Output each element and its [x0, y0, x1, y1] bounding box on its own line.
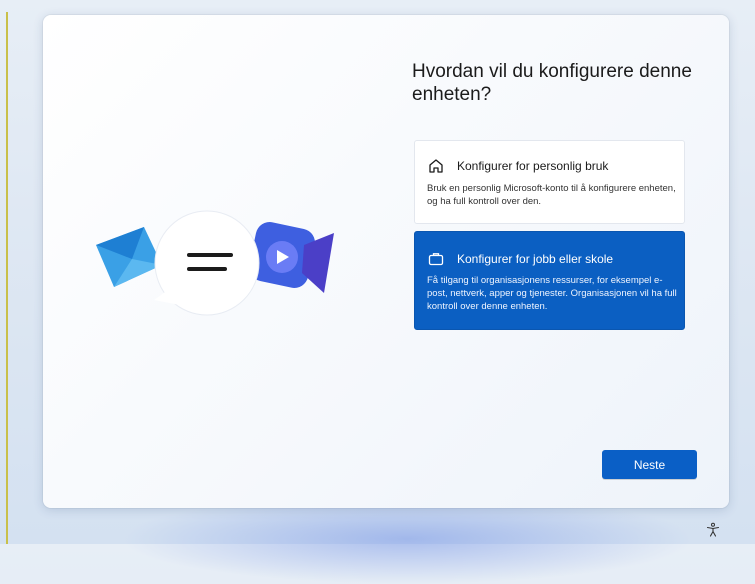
window-edge-line [6, 12, 8, 544]
option-work-or-school[interactable]: Konfigurer for jobb eller skole Få tilga… [414, 231, 685, 330]
chat-bubble-icon [154, 210, 260, 316]
accessibility-icon[interactable] [705, 522, 721, 538]
option-personal-use[interactable]: Konfigurer for personlig bruk Bruk en pe… [414, 140, 685, 224]
page-title: Hvordan vil du konfigurere denne enheten… [412, 61, 692, 105]
option-work-label: Konfigurer for jobb eller skole [457, 252, 614, 266]
briefcase-icon [428, 253, 444, 266]
option-personal-label: Konfigurer for personlig bruk [457, 159, 609, 173]
next-button[interactable]: Neste [602, 450, 697, 479]
option-work-description: Få tilgang til organisasjonens ressurser… [427, 275, 677, 312]
option-personal-description: Bruk en personlig Microsoft-konto til å … [427, 183, 676, 207]
illustration [96, 210, 334, 316]
mail-icon [96, 227, 162, 287]
home-icon [429, 159, 443, 173]
video-call-icon [249, 222, 334, 293]
